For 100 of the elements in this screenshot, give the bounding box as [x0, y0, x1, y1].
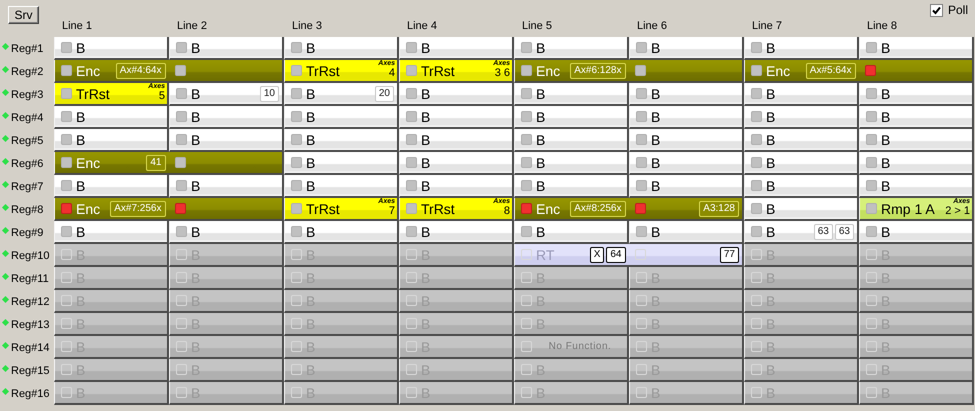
cell-label: TrRst — [76, 86, 110, 102]
value-tag: Ax#6:128x — [570, 62, 626, 78]
check-mark-icon — [932, 6, 941, 14]
register-cell[interactable]: B — [284, 175, 399, 198]
register-cell[interactable]: B — [744, 83, 859, 106]
row-label: Reg#1 — [11, 42, 44, 54]
value-tag: 63 — [834, 224, 854, 240]
axes-value: 4 — [388, 68, 395, 79]
register-cell[interactable]: Enc Ax#5:64x — [744, 60, 974, 83]
register-cell[interactable]: B — [629, 83, 744, 106]
register-cell[interactable]: B — [514, 37, 629, 60]
register-cell[interactable]: B — [284, 152, 399, 175]
register-cell[interactable]: B — [514, 221, 629, 244]
column-header: Line 3 — [292, 20, 323, 32]
cell-label: Enc — [76, 154, 100, 170]
cell-label: B — [766, 108, 776, 124]
register-cell[interactable]: B — [169, 129, 284, 152]
register-cell[interactable]: B — [399, 175, 514, 198]
row-label: Reg#5 — [11, 134, 44, 146]
axes-value: 2 > 1 — [945, 206, 970, 217]
cell-label: B — [651, 178, 660, 194]
register-cell[interactable]: B 63 63 — [744, 221, 859, 244]
register-cell[interactable]: B — [744, 106, 859, 129]
register-cell[interactable]: B — [629, 152, 744, 175]
cell-label: B — [421, 154, 430, 170]
register-cell[interactable]: B — [629, 37, 744, 60]
register-cell[interactable]: B — [54, 221, 169, 244]
register-cell[interactable]: B — [859, 152, 974, 175]
cell-label: B — [421, 178, 430, 194]
register-cell[interactable]: B — [859, 37, 974, 60]
register-cell[interactable]: B — [744, 198, 859, 221]
row-label: Reg#12 — [11, 296, 50, 308]
cell-label: B — [881, 224, 890, 240]
register-cell[interactable]: Enc Ax#6:128x — [514, 60, 744, 83]
register-cell[interactable]: B — [514, 129, 629, 152]
cell-label: B — [76, 224, 86, 240]
cell-label: Enc — [76, 200, 100, 216]
cell-label: TrRst — [421, 200, 455, 216]
row-label: Reg#2 — [11, 66, 44, 78]
register-cell[interactable]: B — [744, 37, 859, 60]
cell-label: B — [651, 40, 660, 56]
register-cell[interactable]: B — [859, 175, 974, 198]
column-header: Line 2 — [177, 20, 208, 32]
register-cell[interactable]: B — [514, 83, 629, 106]
register-cell[interactable]: B — [399, 83, 514, 106]
register-cell[interactable]: B — [284, 106, 399, 129]
register-cell[interactable]: B — [54, 106, 169, 129]
register-cell[interactable]: Enc Ax#4:64x — [54, 60, 284, 83]
cell-label: B — [306, 224, 316, 240]
register-cell[interactable]: B — [399, 152, 514, 175]
register-cell[interactable]: Enc Ax#7:256x — [54, 198, 284, 221]
register-cell[interactable]: B — [169, 37, 284, 60]
register-cell[interactable]: B 10 — [169, 83, 284, 106]
value-tag: 77 — [720, 246, 739, 262]
value-tag: X — [590, 246, 604, 262]
register-cell[interactable]: B — [744, 129, 859, 152]
poll-checkbox[interactable] — [930, 4, 943, 16]
cell-label: B — [766, 132, 776, 148]
register-cell[interactable]: B — [54, 175, 169, 198]
poll-label: Poll — [948, 3, 968, 17]
register-cell[interactable]: B — [54, 129, 169, 152]
register-cell[interactable]: B — [399, 221, 514, 244]
register-cell[interactable]: B — [859, 221, 974, 244]
register-cell[interactable]: Enc 41 — [54, 152, 284, 175]
register-cell[interactable]: B — [629, 129, 744, 152]
register-cell[interactable]: B — [54, 37, 169, 60]
value-tag: 41 — [146, 154, 166, 170]
row-label: Reg#7 — [11, 180, 44, 192]
register-cell[interactable]: B — [399, 37, 514, 60]
cell-label: B — [421, 40, 430, 56]
register-cell[interactable]: B — [744, 175, 859, 198]
register-cell[interactable]: B — [284, 221, 399, 244]
register-cell[interactable]: B — [744, 152, 859, 175]
register-cell[interactable]: B — [514, 106, 629, 129]
register-cell[interactable]: B 20 — [284, 83, 399, 106]
register-cell[interactable]: B — [859, 129, 974, 152]
register-cell[interactable]: Enc Ax#8:256x A3:128 — [514, 198, 744, 221]
register-cell[interactable]: B — [169, 221, 284, 244]
register-cell[interactable]: B — [399, 106, 514, 129]
cell-label: B — [766, 200, 776, 216]
register-cell[interactable]: B — [399, 129, 514, 152]
cell-label: B — [421, 224, 430, 240]
cell-label: RT — [536, 246, 554, 262]
register-cell[interactable]: B — [284, 129, 399, 152]
register-cell[interactable]: B — [629, 175, 744, 198]
register-cell[interactable]: B — [629, 221, 744, 244]
cell-label: B — [191, 86, 200, 102]
register-cell[interactable]: B — [859, 83, 974, 106]
row-label: Reg#11 — [11, 272, 49, 284]
register-cell[interactable]: B — [514, 175, 629, 198]
register-cell[interactable]: B — [284, 37, 399, 60]
register-cell[interactable]: B — [859, 106, 974, 129]
register-cell[interactable]: B — [629, 106, 744, 129]
register-cell[interactable]: B — [514, 152, 629, 175]
register-cell[interactable]: B — [169, 106, 284, 129]
server-button[interactable]: Srv — [8, 6, 39, 24]
column-header: Line 8 — [867, 20, 898, 32]
row-label: Reg#14 — [11, 342, 50, 354]
register-cell[interactable]: B — [169, 175, 284, 198]
cell-label: B — [766, 40, 776, 56]
